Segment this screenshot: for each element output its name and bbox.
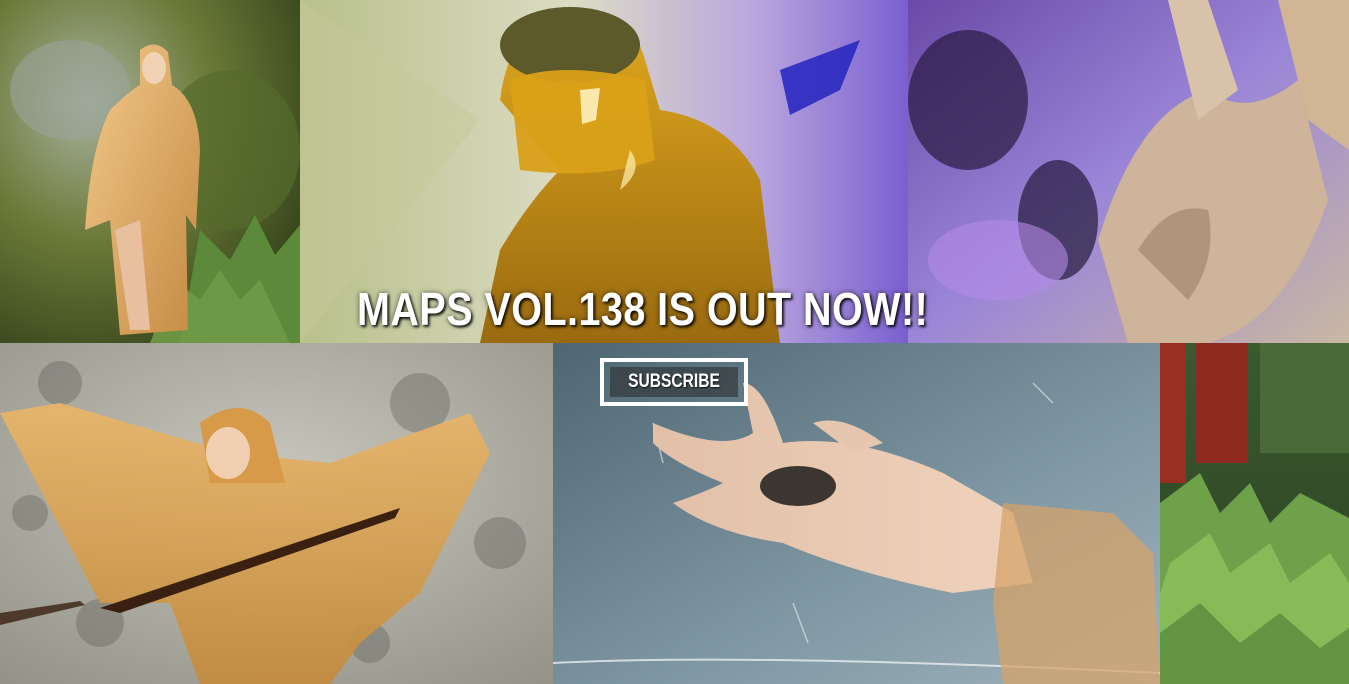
photo-forest-ferns — [1160, 343, 1349, 684]
subscribe-button-face: SUBSCRIBE — [610, 367, 738, 397]
subscribe-label: SUBSCRIBE — [628, 371, 720, 392]
headline: MAPS VOL.138 IS OUT NOW!! — [357, 283, 929, 335]
photo-sculpture-purple — [908, 0, 1349, 343]
photo-woman-cape-rock — [0, 343, 553, 684]
photo-woman-moss-rock — [0, 0, 300, 343]
collage-banner: MAPS VOL.138 IS OUT NOW!! SUBSCRIBE — [0, 0, 1349, 684]
subscribe-button[interactable]: SUBSCRIBE — [600, 358, 748, 406]
